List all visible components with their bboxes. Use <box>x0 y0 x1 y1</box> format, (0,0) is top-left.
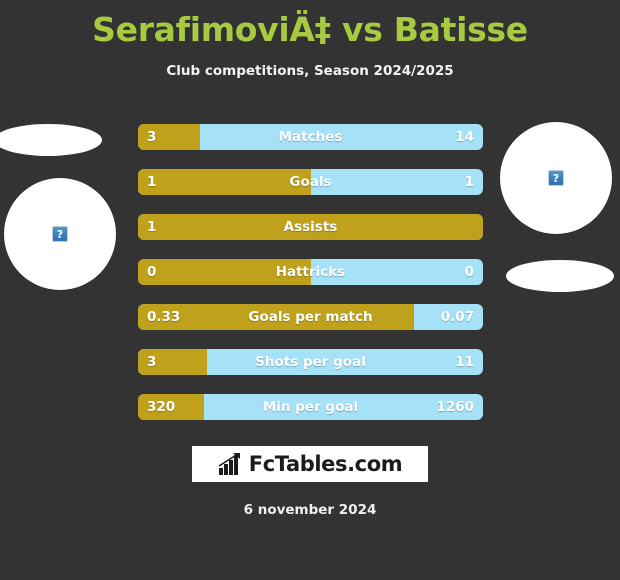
away-crest-placeholder: ? <box>500 122 612 234</box>
stat-bars: 3 Matches 14 1 Goals 1 1 Assists 0 Hattricks 0 0.33… <box>138 124 483 439</box>
stat-away-value: 1260 <box>436 399 474 415</box>
stat-label: Shots per goal <box>255 354 366 370</box>
stat-label: Assists <box>283 219 338 235</box>
stat-label: Goals <box>289 174 332 190</box>
home-player-badges: ? ? <box>0 110 130 300</box>
stat-bar-row: 320 Min per goal 1260 <box>138 394 483 420</box>
stat-bar-row: 0.33 Goals per match 0.07 <box>138 304 483 330</box>
stat-away-value: 0.07 <box>440 309 474 325</box>
fctables-logo[interactable]: FcTables.com <box>192 446 428 482</box>
stat-bar-row: 3 Shots per goal 11 <box>138 349 483 375</box>
stat-away-value: 11 <box>455 354 474 370</box>
stat-label: Min per goal <box>262 399 359 415</box>
broken-image-icon: ? <box>548 170 564 186</box>
bar-chart-icon <box>218 453 240 475</box>
stat-label: Hattricks <box>275 264 346 280</box>
away-flag-placeholder: ? <box>506 260 614 292</box>
home-crest-placeholder: ? <box>4 178 116 290</box>
away-player-badges: ? ? <box>490 110 620 300</box>
page-title: SerafimoviÄ‡ vs Batisse <box>92 10 528 49</box>
stat-bar-row: 0 Hattricks 0 <box>138 259 483 285</box>
stat-away-value: 14 <box>455 129 474 145</box>
stat-away-value: 1 <box>464 174 474 190</box>
date-label: 6 november 2024 <box>243 502 377 518</box>
stat-label: Goals per match <box>248 309 373 325</box>
stat-bar-row: 1 Goals 1 <box>138 169 483 195</box>
broken-image-icon: ? <box>52 226 68 242</box>
comparison-infographic: SerafimoviÄ‡ vs Batisse Club competition… <box>0 0 620 580</box>
fctables-logo-text: FcTables.com <box>248 452 403 476</box>
page-subtitle: Club competitions, Season 2024/2025 <box>166 63 454 79</box>
stat-bar-row: 3 Matches 14 <box>138 124 483 150</box>
stat-bar-row: 1 Assists <box>138 214 483 240</box>
stat-label: Matches <box>278 129 343 145</box>
home-flag-placeholder: ? <box>0 124 102 156</box>
stat-away-value: 0 <box>464 264 474 280</box>
